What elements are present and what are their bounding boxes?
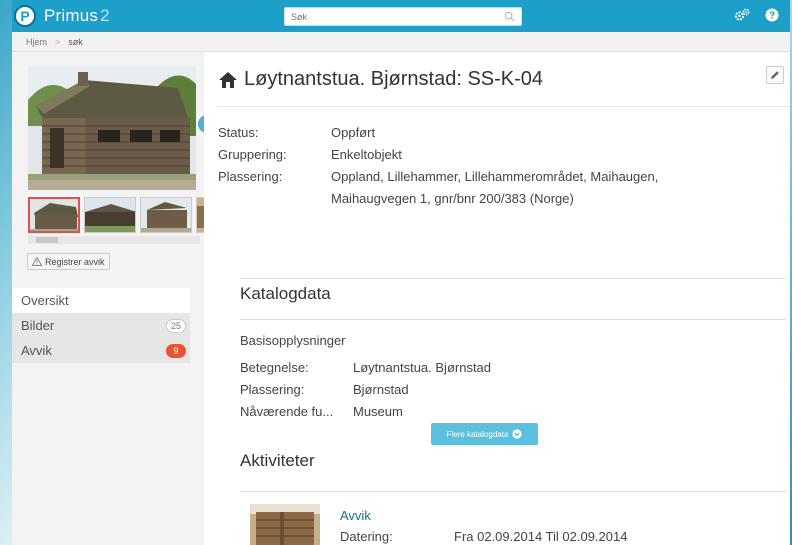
app-name: Primus 2 xyxy=(44,6,110,25)
breadcrumb-current: søk xyxy=(68,36,83,47)
chevron-down-circle-icon xyxy=(512,429,523,439)
breadcrumb: Hjem > søk xyxy=(12,32,790,52)
breadcrumb-home[interactable]: Hjem xyxy=(26,37,47,47)
activity-date-row: Datering: Fra 02.09.2014 Til 02.09.2014 xyxy=(340,529,627,544)
catalog-label: Betegnelse: xyxy=(240,360,309,375)
settings-gears-icon[interactable] xyxy=(734,7,750,23)
thumbnail[interactable] xyxy=(84,197,136,233)
object-facts: Status: Oppført Gruppering: Enkeltobjekt… xyxy=(218,122,711,210)
edit-button[interactable] xyxy=(766,66,784,84)
object-photo[interactable] xyxy=(28,66,196,190)
divider xyxy=(218,106,790,107)
register-deviation-label: Registrer avvik xyxy=(45,256,105,267)
fact-value: Oppført xyxy=(331,125,376,140)
sidebar-item-avvik[interactable]: Avvik 9 xyxy=(12,338,190,363)
thumbnail[interactable] xyxy=(140,197,192,233)
breadcrumb-separator: > xyxy=(55,36,61,47)
catalog-data: Betegnelse: Løytnantstua. Bjørnstad Plas… xyxy=(240,357,491,423)
activity-thumbnail[interactable] xyxy=(250,504,320,545)
fact-value: Enkeltobjekt xyxy=(331,147,402,162)
home-icon xyxy=(219,71,237,88)
sidebar-item-oversikt[interactable]: Oversikt xyxy=(12,288,190,313)
thumbnail-strip xyxy=(28,197,220,233)
section-heading-katalogdata: Katalogdata xyxy=(240,284,331,303)
logo[interactable]: P Primus 2 xyxy=(14,5,110,27)
search-icon[interactable] xyxy=(504,11,515,22)
fact-label: Gruppering: xyxy=(218,147,287,162)
sidebar-item-label: Oversikt xyxy=(21,293,69,308)
catalog-row: Plassering: Bjørnstad xyxy=(240,379,491,401)
fact-label: Plassering: xyxy=(218,169,283,184)
subheading-basisopplysninger: Basisopplysninger xyxy=(240,333,346,348)
divider xyxy=(240,319,786,320)
activity-date-value: Fra 02.09.2014 Til 02.09.2014 xyxy=(454,529,628,544)
search-input[interactable] xyxy=(285,11,495,22)
divider xyxy=(240,278,786,279)
page-title-text: Løytnantstua. Bjørnstad: SS-K-04 xyxy=(244,68,544,90)
fact-row: Gruppering: Enkeltobjekt xyxy=(218,144,711,166)
catalog-row: Nåværende fu... Museum xyxy=(240,401,491,423)
pencil-icon xyxy=(771,71,779,79)
more-catalog-data-label: Flere katalogdata xyxy=(446,429,509,439)
fact-row: Plassering: Oppland, Lillehammer, Lilleh… xyxy=(218,166,711,210)
fact-row: Status: Oppført xyxy=(218,122,711,144)
activity-link-avvik[interactable]: Avvik xyxy=(340,508,371,523)
catalog-row: Betegnelse: Løytnantstua. Bjørnstad xyxy=(240,357,491,379)
more-catalog-data-button[interactable]: Flere katalogdata xyxy=(431,423,538,445)
svg-text:?: ? xyxy=(769,11,775,22)
sidebar-item-label: Bilder xyxy=(21,318,55,333)
register-deviation-button[interactable]: Registrer avvik xyxy=(27,253,110,270)
page-title: Løytnantstua. Bjørnstad: SS-K-04 xyxy=(218,68,543,91)
catalog-value: Museum xyxy=(353,404,403,419)
top-bar: P Primus2 ? xyxy=(12,0,790,32)
catalog-label: Plassering: xyxy=(240,382,305,397)
thumbnail-scrollbar[interactable] xyxy=(28,236,200,244)
sidebar-item-label: Avvik xyxy=(21,343,52,358)
primus-logo-icon: P xyxy=(14,5,36,27)
help-icon[interactable]: ? xyxy=(764,7,780,23)
app-window: P Primus2 ? xyxy=(12,0,790,545)
count-badge: 25 xyxy=(165,318,186,333)
divider xyxy=(240,491,786,492)
catalog-value: Bjørnstad xyxy=(353,382,409,397)
fact-label: Status: xyxy=(218,125,259,140)
thumbnail[interactable] xyxy=(28,197,80,233)
search-box[interactable] xyxy=(284,7,522,26)
left-sidebar: › Registrer avvik Oversikt B xyxy=(12,52,220,545)
catalog-label: Nåværende fu... xyxy=(240,404,334,419)
warning-icon xyxy=(32,257,42,266)
side-navigation: Oversikt Bilder 25 Avvik 9 xyxy=(12,288,190,363)
main-content: Løytnantstua. Bjørnstad: SS-K-04 Status:… xyxy=(204,52,790,545)
sidebar-item-bilder[interactable]: Bilder 25 xyxy=(12,313,190,338)
section-heading-aktiviteter: Aktiviteter xyxy=(240,451,315,470)
activity-date-label: Datering: xyxy=(340,529,393,544)
catalog-value: Løytnantstua. Bjørnstad xyxy=(353,360,492,375)
count-badge: 9 xyxy=(166,343,186,358)
fact-value: Oppland, Lillehammer, Lillehammerområdet… xyxy=(331,169,659,206)
